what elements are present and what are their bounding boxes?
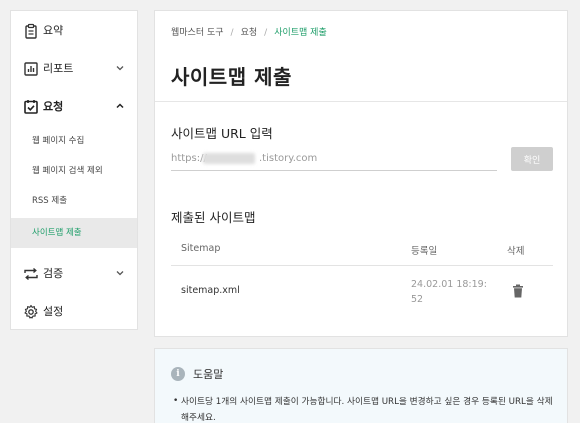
page-title: 사이트맵 제출	[171, 65, 292, 89]
sub-item-sitemap-submit[interactable]: 사이트맵 제출	[11, 218, 137, 248]
column-header-sitemap: Sitemap	[181, 243, 221, 254]
help-text: 사이트당 1개의 사이트맵 제출이 가능합니다. 사이트맵 URL을 변경하고 …	[181, 397, 553, 423]
sub-item-rss-submit[interactable]: RSS 제출	[11, 186, 137, 216]
column-header-delete: 삭제	[507, 246, 525, 257]
submitted-section-title: 제출된 사이트맵	[171, 210, 256, 225]
sidebar: 요약 리포트 요청 웹 페이지 수집 웹 페이지 검색 제외 RSS 제출 사이…	[10, 10, 138, 330]
nav-item-verify[interactable]: 검증	[11, 255, 137, 293]
breadcrumb: 웹마스터 도구 / 요청 / 사이트맵 제출	[171, 28, 327, 38]
nav-label-summary: 요약	[43, 24, 64, 37]
nav-item-summary[interactable]: 요약	[11, 12, 137, 50]
url-section-title: 사이트맵 URL 입력	[171, 126, 273, 141]
column-header-date: 등록일	[411, 246, 438, 257]
url-domain-suffix: .tistory.com	[259, 153, 318, 164]
nav-label-verify: 검증	[43, 267, 64, 280]
help-title: 도움말	[193, 368, 224, 381]
bar-chart-icon	[24, 62, 38, 76]
info-icon: i	[171, 367, 185, 381]
breadcrumb-item-current: 사이트맵 제출	[274, 28, 327, 38]
breadcrumb-item-webmaster-tools[interactable]: 웹마스터 도구	[171, 28, 224, 38]
gear-icon	[24, 304, 38, 319]
breadcrumb-item-request[interactable]: 요청	[241, 28, 258, 38]
chevron-down-icon	[116, 271, 124, 276]
nav-item-report[interactable]: 리포트	[11, 50, 137, 88]
table-header-divider	[171, 265, 553, 266]
blurred-blog-name	[203, 153, 255, 164]
sitemap-cell: sitemap.xml	[181, 285, 240, 296]
nav-label-report: 리포트	[43, 62, 74, 75]
main-panel: 웹마스터 도구/요청/사이트맵 제출 사이트맵 제출 사이트맵 URL 입력 .…	[154, 10, 568, 337]
clipboard-icon	[25, 23, 37, 39]
date-cell: 24.02.01 18:19:52	[411, 279, 487, 305]
header-divider	[155, 101, 567, 102]
help-panel: i 도움말 • 사이트당 1개의 사이트맵 제출이 가능합니다. 사이트맵 UR…	[154, 348, 568, 423]
trash-icon[interactable]	[512, 284, 524, 298]
nav-item-settings[interactable]: 설정	[11, 293, 137, 331]
sub-item-search-exclude[interactable]: 웹 페이지 검색 제외	[11, 156, 137, 186]
confirm-button[interactable]: 확인	[511, 147, 553, 171]
nav-label-request: 요청	[43, 100, 64, 113]
nav-label-settings: 설정	[43, 305, 64, 318]
help-bullet: •	[173, 396, 179, 406]
repeat-icon	[24, 267, 38, 281]
chevron-down-icon	[116, 66, 124, 71]
sub-item-page-collect[interactable]: 웹 페이지 수집	[11, 126, 137, 156]
chevron-up-icon	[116, 103, 124, 109]
nav-item-request[interactable]: 요청	[11, 88, 137, 126]
checklist-icon	[24, 100, 38, 114]
